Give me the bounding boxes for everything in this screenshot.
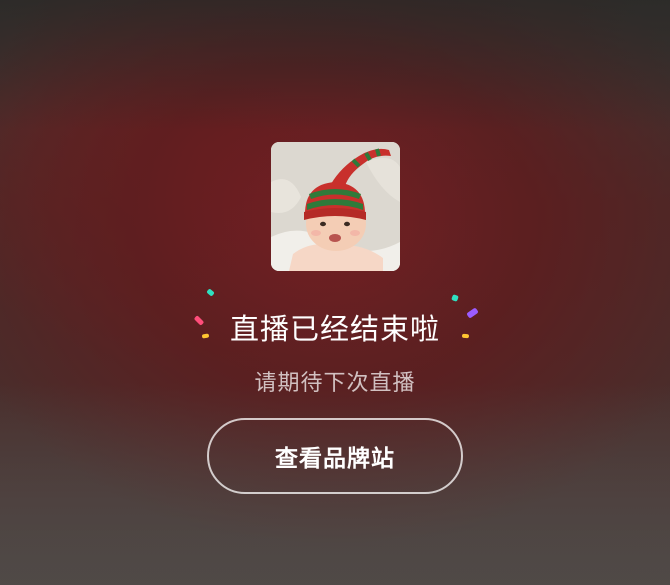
live-ended-title-row: 直播已经结束啦 <box>180 288 490 350</box>
confetti-icon <box>451 294 459 302</box>
background-top-shade <box>0 0 670 130</box>
live-ended-title: 直播已经结束啦 <box>229 312 440 346</box>
view-brand-site-button[interactable]: 查看品牌站 <box>207 418 463 494</box>
next-live-hint: 请期待下次直播 <box>254 371 416 396</box>
streamer-avatar <box>271 142 400 271</box>
confetti-icon <box>206 288 215 297</box>
